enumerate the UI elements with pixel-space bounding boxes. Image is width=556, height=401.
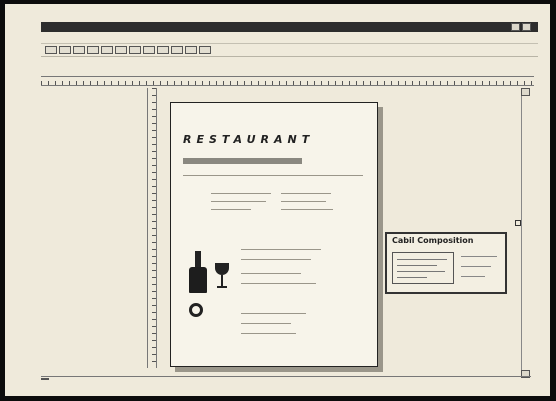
text-line (241, 249, 321, 250)
tool-button-6[interactable] (115, 46, 127, 54)
dialog-title: Cabil Composition (392, 236, 474, 245)
text-line (241, 333, 296, 334)
text-line (281, 201, 326, 202)
minimize-button[interactable] (511, 23, 520, 31)
status-indicator (41, 378, 49, 380)
maximize-button[interactable] (522, 23, 531, 31)
dialog-option-line (461, 266, 491, 267)
doc-section-band (183, 158, 302, 164)
text-line (183, 175, 363, 176)
tool-button-5[interactable] (101, 46, 113, 54)
text-line (211, 209, 251, 210)
tool-button-1[interactable] (45, 46, 57, 54)
wine-bottle-icon (189, 251, 207, 293)
vertical-scrollbar[interactable] (521, 88, 530, 378)
doc-heading-line2: RESTAURANT (183, 133, 315, 146)
status-bar (41, 376, 531, 389)
text-line (281, 193, 331, 194)
tool-button-3[interactable] (73, 46, 85, 54)
vertical-ruler (147, 88, 157, 368)
text-line (211, 193, 271, 194)
toolbar (41, 44, 538, 57)
tool-button-2[interactable] (59, 46, 71, 54)
monitor-screen: RESTAURANT Cabil Composition (5, 4, 550, 396)
document-page[interactable]: RESTAURANT (170, 102, 378, 367)
scroll-up-arrow-icon[interactable] (521, 88, 530, 96)
composition-dialog[interactable]: Cabil Composition (385, 232, 507, 294)
text-line (241, 273, 301, 274)
tool-button-10[interactable] (171, 46, 183, 54)
tool-button-8[interactable] (143, 46, 155, 54)
resize-handle[interactable] (515, 220, 521, 226)
text-line (281, 209, 333, 210)
tool-button-7[interactable] (129, 46, 141, 54)
menu-bar (41, 33, 538, 44)
tool-button-4[interactable] (87, 46, 99, 54)
title-bar (41, 22, 538, 32)
dialog-option-line (461, 276, 485, 277)
wine-glass-icon (215, 263, 229, 291)
tool-button-11[interactable] (185, 46, 197, 54)
tool-button-12[interactable] (199, 46, 211, 54)
text-line (241, 313, 306, 314)
dialog-option-line (461, 256, 497, 257)
text-line (241, 259, 311, 260)
text-line (211, 201, 266, 202)
horizontal-ruler (41, 76, 534, 86)
plate-icon (189, 303, 203, 317)
tool-button-9[interactable] (157, 46, 169, 54)
text-line (241, 283, 316, 284)
text-line (241, 323, 291, 324)
dialog-preview (392, 252, 454, 284)
